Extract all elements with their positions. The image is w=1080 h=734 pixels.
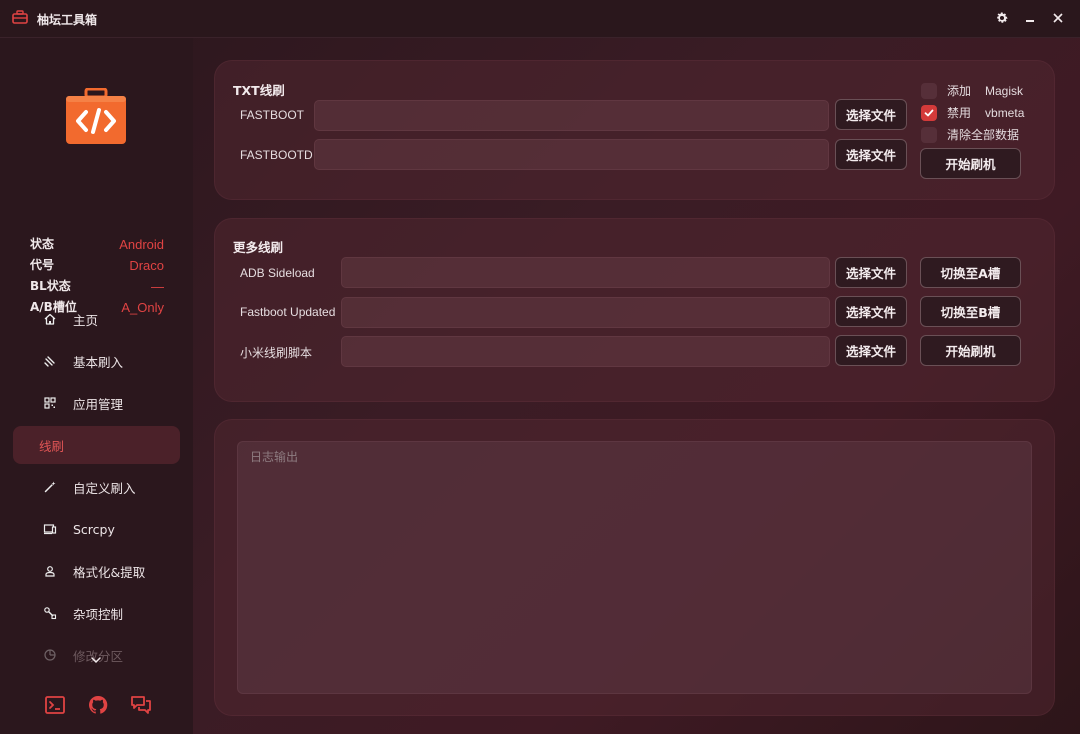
sidebar-item-basic-flash[interactable]: 基本刷入	[13, 342, 180, 380]
toolbox-icon	[12, 10, 28, 24]
minimize-button[interactable]	[1020, 8, 1040, 28]
sidebar-nav: 主页 基本刷入 应用管理 线刷 自定义刷入 Scrcpy 格式化&提取 杂项控制…	[13, 300, 180, 678]
switch-slot-b-button[interactable]: 切换至B槽	[920, 296, 1021, 327]
fastboot-updated-file-input[interactable]	[341, 297, 830, 328]
log-output[interactable]: 日志输出	[237, 441, 1032, 694]
txt-flash-title: TXT线刷	[233, 83, 285, 98]
fastboot-file-input[interactable]	[314, 100, 829, 131]
chat-icon[interactable]	[130, 694, 152, 716]
fastbootd-label: FASTBOOTD	[240, 148, 313, 162]
window-title: 柚坛工具箱	[37, 13, 98, 27]
wipe-data-checkbox[interactable]	[921, 126, 937, 143]
sidebar-item-line-flash[interactable]: 线刷	[13, 426, 180, 464]
flash-icon	[43, 354, 57, 368]
github-icon[interactable]	[87, 694, 109, 716]
adb-sideload-select-file-button[interactable]: 选择文件	[835, 257, 907, 288]
log-placeholder: 日志输出	[250, 450, 299, 464]
option-wipe-data[interactable]: 清除全部数据	[921, 126, 1033, 143]
wrench-icon	[43, 606, 57, 620]
sidebar-item-format-extract[interactable]: 格式化&提取	[13, 552, 180, 590]
checkmark-icon	[924, 109, 934, 116]
partition-icon	[43, 648, 57, 662]
fastboot-updated-select-file-button[interactable]: 选择文件	[835, 296, 907, 327]
fastboot-select-file-button[interactable]: 选择文件	[835, 99, 907, 130]
user-format-icon	[43, 564, 57, 578]
info-row-status: 状态 Android	[30, 237, 164, 252]
terminal-icon[interactable]	[44, 694, 66, 716]
option-add-magisk[interactable]: 添加 Magisk	[921, 82, 1023, 99]
info-row-bl-status: BL状态 —	[30, 279, 164, 294]
close-button[interactable]	[1048, 8, 1068, 28]
add-magisk-checkbox[interactable]	[921, 82, 937, 99]
app-logo-icon	[66, 88, 126, 144]
screen-mirror-icon	[43, 522, 57, 536]
fastbootd-file-input[interactable]	[314, 139, 829, 170]
info-row-codename: 代号 Draco	[30, 258, 164, 273]
gear-icon	[997, 12, 1008, 23]
fastboot-updated-label: Fastboot Updated	[240, 305, 336, 319]
mi-flash-script-label: 小米线刷脚本	[240, 346, 313, 360]
title-bar: 柚坛工具箱	[0, 0, 1080, 38]
more-flash-title: 更多线刷	[233, 240, 284, 255]
minimize-icon	[1026, 20, 1034, 22]
sidebar: 状态 Android 代号 Draco BL状态 — A/B槽位 A_Only …	[0, 38, 193, 734]
sidebar-item-misc-control[interactable]: 杂项控制	[13, 594, 180, 632]
disable-vbmeta-checkbox[interactable]	[921, 104, 937, 121]
sidebar-item-app-manage[interactable]: 应用管理	[13, 384, 180, 422]
adb-sideload-label: ADB Sideload	[240, 266, 315, 280]
fastbootd-select-file-button[interactable]: 选择文件	[835, 139, 907, 170]
sidebar-item-home[interactable]: 主页	[13, 300, 180, 338]
adb-sideload-file-input[interactable]	[341, 257, 830, 288]
switch-slot-a-button[interactable]: 切换至A槽	[920, 257, 1021, 288]
mi-start-flash-button[interactable]: 开始刷机	[920, 335, 1021, 366]
option-disable-vbmeta[interactable]: 禁用 vbmeta	[921, 104, 1024, 121]
apps-icon	[43, 396, 57, 410]
fastboot-label: FASTBOOT	[240, 108, 305, 122]
close-icon	[1053, 13, 1063, 23]
settings-button[interactable]	[992, 8, 1012, 28]
sidebar-item-scrcpy[interactable]: Scrcpy	[13, 510, 180, 548]
mi-flash-script-file-input[interactable]	[341, 336, 830, 367]
chevron-down-icon[interactable]	[89, 653, 103, 667]
mi-flash-script-select-file-button[interactable]: 选择文件	[835, 335, 907, 366]
home-icon	[43, 312, 57, 326]
wand-icon	[43, 480, 57, 494]
sidebar-item-custom-flash[interactable]: 自定义刷入	[13, 468, 180, 506]
sidebar-footer	[44, 694, 152, 716]
txt-start-flash-button[interactable]: 开始刷机	[920, 148, 1021, 179]
